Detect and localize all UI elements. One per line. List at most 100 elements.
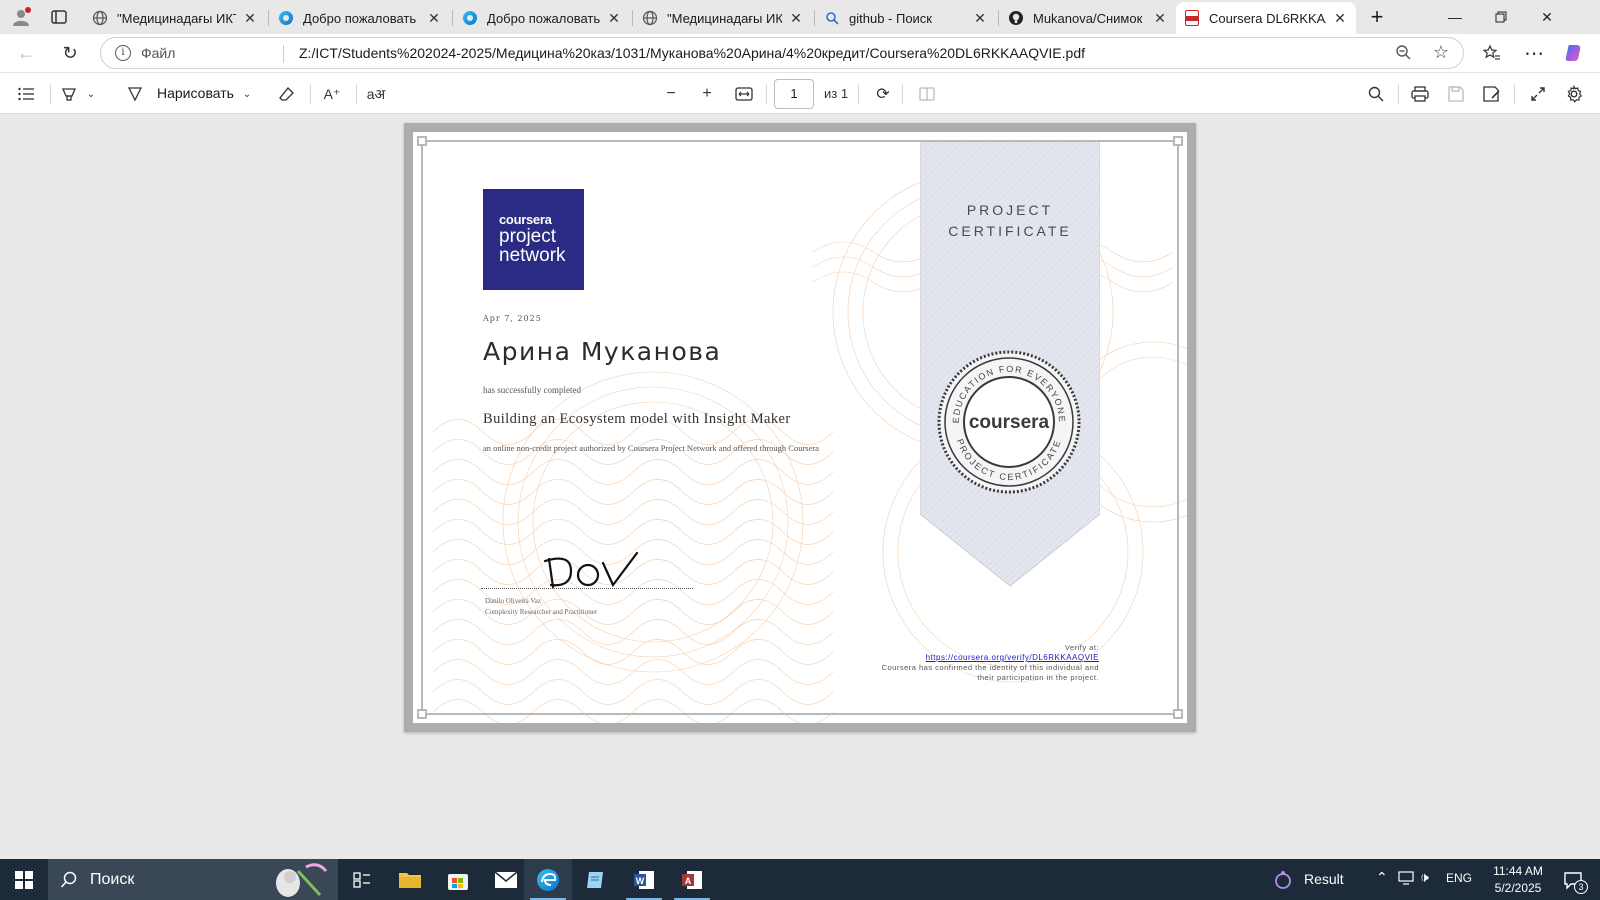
close-tab-icon[interactable]: ✕ xyxy=(606,10,622,27)
browser-tab[interactable]: "Медицинадағы ИКТ" ✕ xyxy=(634,2,812,34)
logo-brand: coursera xyxy=(499,212,552,227)
tab-title: Mukanova/Снимок экр xyxy=(1033,10,1146,26)
edge-taskbar-icon[interactable] xyxy=(524,859,572,900)
page-number-input[interactable]: 1 xyxy=(774,79,814,109)
signer-name: Danilo Oliveira Vaz xyxy=(485,597,541,605)
svg-text:W: W xyxy=(636,876,645,886)
signer-block: Danilo Oliveira Vaz Complexity Researche… xyxy=(485,596,597,618)
save-icon[interactable] xyxy=(1444,82,1468,106)
verify-link[interactable]: https://coursera.org/verify/DL6RKKAAQVIE xyxy=(882,653,1099,663)
file-explorer-icon[interactable] xyxy=(386,859,434,900)
signature-image xyxy=(543,551,639,589)
read-aloud-icon[interactable]: A⁺ xyxy=(320,82,344,106)
favorites-icon[interactable] xyxy=(1478,40,1506,66)
find-icon[interactable] xyxy=(1364,82,1388,106)
svg-text:A: A xyxy=(685,876,692,886)
logo-line-1: project xyxy=(499,226,557,247)
contents-list-icon[interactable] xyxy=(14,82,38,106)
github-icon xyxy=(1008,10,1024,26)
word-icon[interactable]: W xyxy=(620,859,668,900)
volume-icon[interactable]: 🕩 xyxy=(1420,869,1429,886)
close-tab-icon[interactable]: ✕ xyxy=(1332,10,1348,27)
fit-width-icon[interactable] xyxy=(732,82,756,106)
browser-tab[interactable]: github - Поиск ✕ xyxy=(816,2,996,34)
coursera-seal: EDUCATION FOR EVERYONE PROJECT CERTIFICA… xyxy=(937,350,1081,494)
language-indicator[interactable]: ENG xyxy=(1446,871,1472,885)
tab-divider xyxy=(632,10,633,26)
restore-icon[interactable] xyxy=(1478,0,1524,34)
notepad-icon[interactable] xyxy=(572,859,620,900)
browser-tab[interactable]: Mukanova/Снимок экр ✕ xyxy=(1000,2,1176,34)
verify-block: Verify at: https://coursera.org/verify/D… xyxy=(882,643,1099,683)
result-label[interactable]: Result xyxy=(1304,871,1344,887)
draw-dropdown-icon[interactable]: ⌄ xyxy=(240,82,254,106)
tab-title: Добро пожаловать в М xyxy=(487,10,600,26)
close-tab-icon[interactable]: ✕ xyxy=(1152,10,1168,27)
close-tab-icon[interactable]: ✕ xyxy=(242,10,258,27)
tab-divider xyxy=(814,10,815,26)
tab-actions-icon[interactable] xyxy=(48,6,70,28)
rotate-icon[interactable]: ⟳ xyxy=(872,82,894,106)
info-icon[interactable]: i xyxy=(115,45,131,61)
print-icon[interactable] xyxy=(1408,82,1432,106)
microsoft-store-icon[interactable] xyxy=(434,859,482,900)
windows-start-icon[interactable] xyxy=(0,859,48,900)
translate-icon[interactable]: aअ xyxy=(364,82,388,106)
new-tab-icon[interactable]: + xyxy=(1366,4,1388,29)
close-tab-icon[interactable]: ✕ xyxy=(426,10,442,27)
reload-icon[interactable]: ↻ xyxy=(56,40,84,66)
browser-tab[interactable]: Добро пожаловать ✕ xyxy=(270,2,450,34)
close-tab-icon[interactable]: ✕ xyxy=(972,10,988,27)
tab-title: Добро пожаловать xyxy=(303,10,417,26)
copilot-icon[interactable] xyxy=(1560,40,1588,66)
task-view-icon[interactable] xyxy=(338,859,386,900)
notifications-icon[interactable]: 3 xyxy=(1550,859,1596,900)
toolbar-divider xyxy=(310,84,311,104)
fullscreen-icon[interactable] xyxy=(1526,82,1550,106)
taskbar-search-box[interactable]: Поиск xyxy=(48,859,338,900)
toolbar-divider xyxy=(1398,84,1399,104)
toolbar-divider xyxy=(1514,84,1515,104)
toolbar-divider xyxy=(902,84,903,104)
browser-tab-active[interactable]: Coursera DL6RKKAAQV ✕ xyxy=(1176,2,1356,34)
network-icon[interactable] xyxy=(1398,871,1414,888)
highlight-dropdown-icon[interactable]: ⌄ xyxy=(84,82,98,106)
close-tab-icon[interactable]: ✕ xyxy=(788,10,804,27)
pdf-icon xyxy=(1184,10,1200,26)
ribbon-title: PROJECT CERTIFICATE xyxy=(920,200,1100,242)
settings-gear-icon[interactable] xyxy=(1562,82,1586,106)
seal-brand: coursera xyxy=(969,412,1050,433)
border-corner xyxy=(1173,136,1183,146)
close-window-icon[interactable]: ✕ xyxy=(1524,0,1570,34)
verify-label: Verify at: xyxy=(1064,643,1099,652)
draw-button-label[interactable]: Нарисовать xyxy=(157,85,234,101)
favorite-star-icon[interactable]: ☆ xyxy=(1433,42,1449,63)
draw-icon[interactable] xyxy=(124,82,146,106)
save-as-icon[interactable] xyxy=(1480,82,1504,106)
address-bar[interactable]: i Файл Z:/ICT/Students%202024-2025/Медиц… xyxy=(100,37,1464,69)
zoom-out-icon[interactable] xyxy=(1395,44,1411,65)
profile-avatar-icon[interactable] xyxy=(10,6,32,28)
pdf-viewer[interactable]: PROJECT CERTIFICATE EDUCATION FOR EVERYO… xyxy=(0,114,1600,859)
navigation-bar: ← ↻ i Файл Z:/ICT/Students%202024-2025/М… xyxy=(0,34,1600,72)
tray-overflow-icon[interactable]: ⌃ xyxy=(1376,869,1388,886)
eraser-icon[interactable] xyxy=(276,82,298,106)
search-icon xyxy=(824,10,840,26)
border-corner xyxy=(1173,709,1183,719)
zoom-out-icon[interactable]: − xyxy=(660,82,682,106)
highlight-icon[interactable] xyxy=(58,82,80,106)
url-text[interactable]: Z:/ICT/Students%202024-2025/Медицина%20к… xyxy=(299,45,1085,61)
access-icon[interactable]: A xyxy=(668,859,716,900)
minimize-icon[interactable]: — xyxy=(1432,0,1478,34)
logo-line-2: network xyxy=(499,245,566,266)
browser-tab[interactable]: "Медицинадағы ИКТ" ✕ xyxy=(84,2,266,34)
page-view-icon[interactable] xyxy=(916,82,938,106)
mail-icon[interactable] xyxy=(482,859,530,900)
zoom-in-icon[interactable]: + xyxy=(696,82,718,106)
back-icon[interactable]: ← xyxy=(12,40,40,66)
result-app-icon[interactable] xyxy=(1268,859,1298,900)
toolbar-divider xyxy=(356,84,357,104)
more-menu-icon[interactable]: ⋯ xyxy=(1520,40,1548,66)
system-clock[interactable]: 11:44 AM 5/2/2025 xyxy=(1488,863,1548,897)
browser-tab[interactable]: Добро пожаловать в М ✕ xyxy=(454,2,630,34)
